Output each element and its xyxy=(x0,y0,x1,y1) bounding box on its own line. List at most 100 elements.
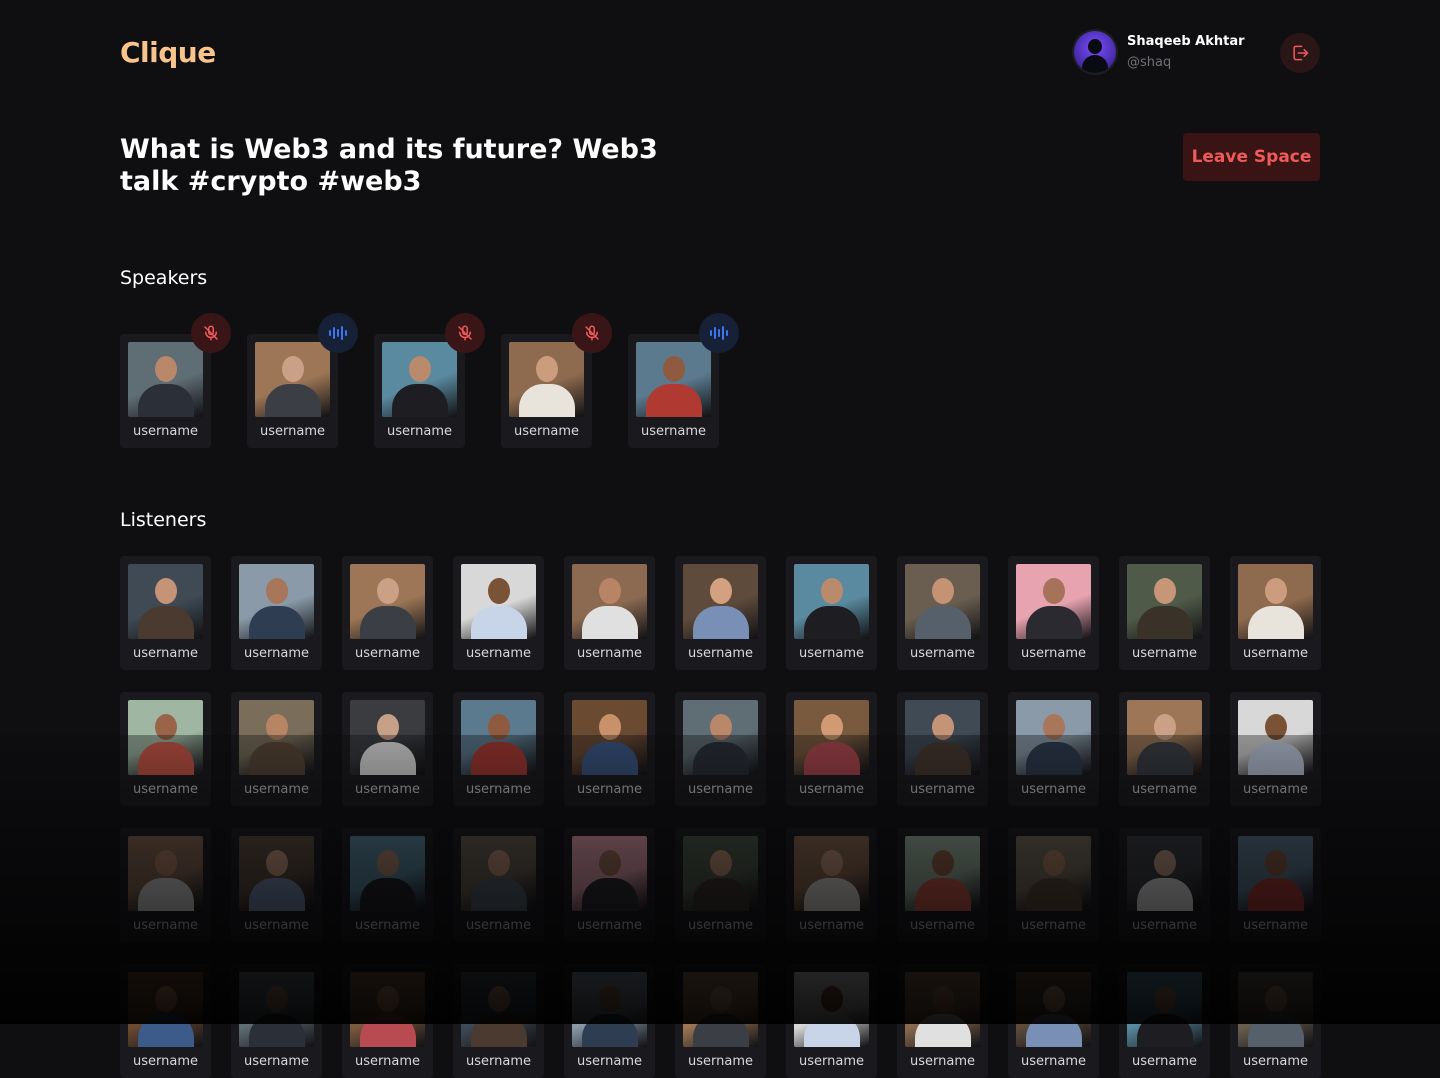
user-photo xyxy=(794,700,869,775)
user-photo xyxy=(683,972,758,1047)
listener-card[interactable]: username xyxy=(786,964,877,1078)
user-photo xyxy=(1016,564,1091,639)
listener-card[interactable]: username xyxy=(1119,828,1210,942)
username-label: username xyxy=(1243,918,1308,933)
user-photo xyxy=(1238,564,1313,639)
logout-button[interactable] xyxy=(1280,33,1320,73)
speaker-card[interactable]: username xyxy=(628,334,719,448)
mic-muted-icon xyxy=(572,313,612,353)
user-photo xyxy=(1127,836,1202,911)
listener-card[interactable]: username xyxy=(675,692,766,806)
listener-card[interactable]: username xyxy=(1230,964,1321,1078)
user-photo xyxy=(1127,564,1202,639)
username-label: username xyxy=(244,918,309,933)
speaker-card[interactable]: username xyxy=(501,334,592,448)
user-photo xyxy=(239,564,314,639)
user-photo xyxy=(905,564,980,639)
listener-card[interactable]: username xyxy=(1230,556,1321,670)
listener-card[interactable]: username xyxy=(1119,964,1210,1078)
listener-card[interactable]: username xyxy=(453,556,544,670)
listener-card[interactable]: username xyxy=(564,964,655,1078)
listeners-heading: Listeners xyxy=(120,509,207,531)
listener-card[interactable]: username xyxy=(675,556,766,670)
username-label: username xyxy=(355,646,420,661)
speaker-card[interactable]: username xyxy=(120,334,211,448)
listener-card[interactable]: username xyxy=(1119,556,1210,670)
username-label: username xyxy=(577,782,642,797)
username-label: username xyxy=(799,918,864,933)
user-photo xyxy=(1238,972,1313,1047)
speaker-card[interactable]: username xyxy=(374,334,465,448)
listener-card[interactable]: username xyxy=(120,964,211,1078)
user-photo xyxy=(683,700,758,775)
username-label: username xyxy=(133,918,198,933)
username-label: username xyxy=(799,646,864,661)
listener-card[interactable]: username xyxy=(231,964,322,1078)
listener-card[interactable]: username xyxy=(897,692,988,806)
listener-card[interactable]: username xyxy=(897,556,988,670)
username-label: username xyxy=(133,1054,198,1069)
listener-card[interactable]: username xyxy=(231,828,322,942)
username-label: username xyxy=(466,918,531,933)
listener-card[interactable]: username xyxy=(1008,556,1099,670)
user-photo xyxy=(794,972,869,1047)
listener-card[interactable]: username xyxy=(564,556,655,670)
user-photo xyxy=(350,836,425,911)
listener-card[interactable]: username xyxy=(1230,828,1321,942)
username-label: username xyxy=(799,1054,864,1069)
listener-card[interactable]: username xyxy=(342,556,433,670)
listener-card[interactable]: username xyxy=(564,828,655,942)
listener-card[interactable]: username xyxy=(675,828,766,942)
user-photo xyxy=(1238,836,1313,911)
listener-card[interactable]: username xyxy=(1008,964,1099,1078)
username-label: username xyxy=(514,424,579,439)
username-label: username xyxy=(688,646,753,661)
user-avatar xyxy=(1074,31,1116,73)
listener-card[interactable]: username xyxy=(231,692,322,806)
user-photo xyxy=(350,972,425,1047)
user-profile[interactable]: Shaqeeb Akhtar @shaq xyxy=(1074,31,1245,73)
username-label: username xyxy=(1021,1054,1086,1069)
listener-card[interactable]: username xyxy=(231,556,322,670)
listener-card[interactable]: username xyxy=(1008,828,1099,942)
user-photo xyxy=(572,836,647,911)
listener-card[interactable]: username xyxy=(120,556,211,670)
listener-card[interactable]: username xyxy=(786,556,877,670)
listener-card[interactable]: username xyxy=(342,828,433,942)
listener-card[interactable]: username xyxy=(120,692,211,806)
user-photo xyxy=(239,700,314,775)
listener-card[interactable]: username xyxy=(453,692,544,806)
user-photo xyxy=(239,972,314,1047)
listener-card[interactable]: username xyxy=(1119,692,1210,806)
username-label: username xyxy=(910,782,975,797)
user-photo xyxy=(1238,700,1313,775)
listener-card[interactable]: username xyxy=(897,828,988,942)
username-label: username xyxy=(355,918,420,933)
user-photo xyxy=(461,972,536,1047)
listener-card[interactable]: username xyxy=(453,964,544,1078)
listener-card[interactable]: username xyxy=(1230,692,1321,806)
listener-card[interactable]: username xyxy=(342,692,433,806)
listener-card[interactable]: username xyxy=(120,828,211,942)
user-photo xyxy=(572,972,647,1047)
user-photo xyxy=(1016,700,1091,775)
listener-card[interactable]: username xyxy=(342,964,433,1078)
app-logo[interactable]: Clique xyxy=(120,36,216,69)
listener-card[interactable]: username xyxy=(897,964,988,1078)
username-label: username xyxy=(466,1054,531,1069)
listener-card[interactable]: username xyxy=(1008,692,1099,806)
user-name: Shaqeeb Akhtar xyxy=(1127,34,1245,49)
user-photo xyxy=(128,836,203,911)
username-label: username xyxy=(244,782,309,797)
leave-space-button[interactable]: Leave Space xyxy=(1183,133,1320,181)
listener-card[interactable]: username xyxy=(786,828,877,942)
listener-card[interactable]: username xyxy=(786,692,877,806)
listener-card[interactable]: username xyxy=(675,964,766,1078)
user-photo xyxy=(350,700,425,775)
user-photo xyxy=(1016,972,1091,1047)
speaker-card[interactable]: username xyxy=(247,334,338,448)
listener-card[interactable]: username xyxy=(453,828,544,942)
listener-card[interactable]: username xyxy=(564,692,655,806)
user-photo xyxy=(461,836,536,911)
user-photo xyxy=(794,564,869,639)
